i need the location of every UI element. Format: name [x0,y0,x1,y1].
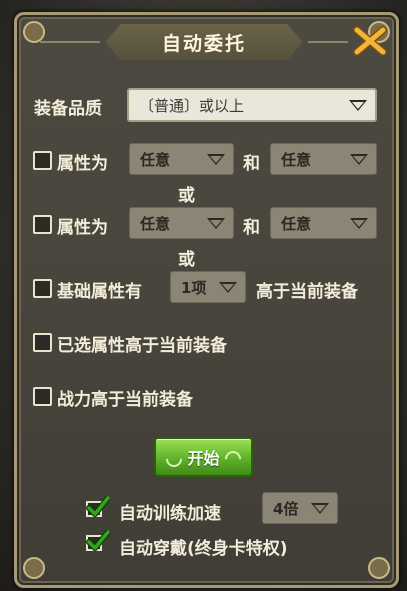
or-label: 或 [178,186,195,206]
swirl-icon [162,447,186,471]
chevron-down-icon [311,502,329,514]
start-button-label: 开始 [187,449,220,468]
start-button[interactable]: 开始 [154,437,253,477]
dialog-title: 自动委托 [161,32,246,55]
power-checkbox[interactable] [33,387,52,406]
attr-row2-label: 属性为 [57,218,108,238]
auto-train-speed-select[interactable]: 4倍 [262,492,338,524]
auto-equip-label: 自动穿戴(终身卡特权) [119,539,288,559]
quality-select[interactable]: 〔普通〕或以上 [127,88,377,122]
or-label: 或 [178,250,195,270]
corner-ornament [368,557,390,579]
base-attr-select[interactable]: 1项 [170,271,246,303]
and-label: 和 [243,218,260,238]
close-button[interactable] [353,26,387,56]
chevron-down-icon [350,217,368,229]
attr-row1-select1-value: 任意 [140,150,171,169]
chevron-down-icon [207,153,225,165]
quality-value: 〔普通〕或以上 [139,96,245,115]
auto-equip-check-icon[interactable] [86,530,110,552]
chevron-down-icon [219,281,237,293]
attr-row2-select1[interactable]: 任意 [129,207,234,239]
base-attr-select-value: 1项 [181,278,207,297]
auto-train-speed-value: 4倍 [273,499,299,518]
quality-label: 装备品质 [34,99,102,119]
attr-row2-select2-value: 任意 [281,214,312,233]
close-icon [353,26,387,56]
auto-train-check-icon[interactable] [86,496,110,518]
corner-ornament [23,21,45,43]
base-attr-label: 基础属性有 [57,282,142,302]
title-divider [308,41,348,43]
chevron-down-icon [349,99,367,111]
swirl-icon [221,447,245,471]
title-banner: 自动委托 [105,24,303,60]
attr-row2-select2[interactable]: 任意 [270,207,377,239]
title-divider [40,41,100,43]
attr-row2-checkbox[interactable] [33,215,52,234]
selected-attr-checkbox[interactable] [33,333,52,352]
base-attr-suffix: 高于当前装备 [256,282,358,302]
power-label: 战力高于当前装备 [57,390,193,410]
corner-ornament [23,557,45,579]
attr-row1-checkbox[interactable] [33,151,52,170]
and-label: 和 [243,154,260,174]
attr-row1-label: 属性为 [57,154,108,174]
auto-train-label: 自动训练加速 [119,504,221,524]
attr-row1-select2[interactable]: 任意 [270,143,377,175]
selected-attr-label: 已选属性高于当前装备 [57,336,227,356]
attr-row2-select1-value: 任意 [140,214,171,233]
attr-row1-select1[interactable]: 任意 [129,143,234,175]
chevron-down-icon [207,217,225,229]
attr-row1-select2-value: 任意 [281,150,312,169]
base-attr-checkbox[interactable] [33,279,52,298]
chevron-down-icon [350,153,368,165]
